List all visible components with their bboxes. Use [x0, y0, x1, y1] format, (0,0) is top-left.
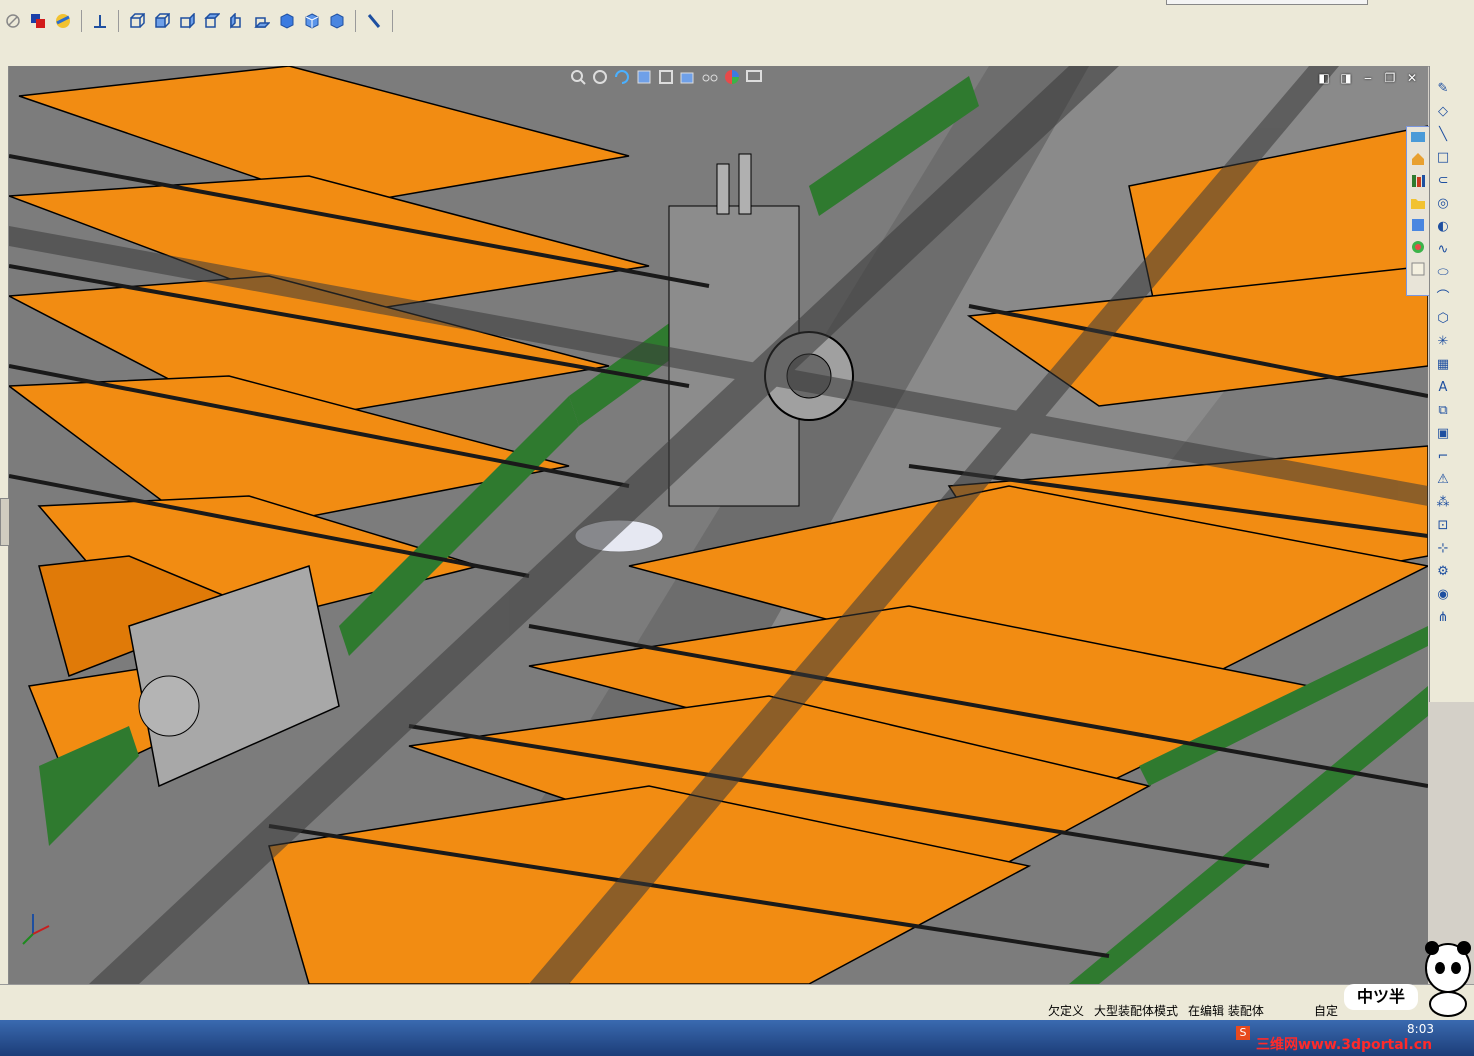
- status-mode: 大型装配体模式: [1094, 1004, 1179, 1018]
- spline-icon[interactable]: ∿: [1434, 240, 1452, 258]
- circle-icon[interactable]: ◎: [1434, 194, 1452, 212]
- color-squares-icon[interactable]: [27, 10, 49, 32]
- panda-label: 中ツ半: [1344, 984, 1418, 1010]
- view-cube-icon[interactable]: [326, 10, 348, 32]
- rectangle-icon[interactable]: □: [1434, 148, 1452, 166]
- measure-icon[interactable]: [363, 10, 385, 32]
- close-circle-icon[interactable]: [2, 10, 24, 32]
- os-taskbar: S 8:03: [0, 1020, 1474, 1056]
- custom-properties-icon[interactable]: [1410, 261, 1426, 277]
- tile-right-icon[interactable]: ◨: [1338, 70, 1354, 86]
- hide-icon[interactable]: [679, 68, 697, 86]
- home-icon[interactable]: [1410, 151, 1426, 167]
- trim-icon[interactable]: ⌐: [1434, 447, 1452, 465]
- polygon-icon[interactable]: ⬡: [1434, 309, 1452, 327]
- tile-left-icon[interactable]: ◧: [1316, 70, 1332, 86]
- folder-icon[interactable]: [1410, 195, 1426, 211]
- graphics-viewport[interactable]: ◧ ◨ ‒ ❐ ✕: [9, 66, 1428, 984]
- glasses-icon[interactable]: [701, 68, 719, 86]
- site-watermark: 三维网www.3dportal.cn: [1256, 1037, 1433, 1053]
- pan-icon[interactable]: [591, 68, 609, 86]
- sketch-toolbar: ✎ ◇ ╲ □ ⊂ ◎ ◐ ∿ ⬭ ⌒ ⬡ ✳ ▦ A ⧉ ▣ ⌐ ⚠ ⁂ ⊡ ⊹ ⚙ ◉ ⋔: [1429, 66, 1474, 702]
- view-front-icon[interactable]: [151, 10, 173, 32]
- line-icon[interactable]: ╲: [1434, 125, 1452, 143]
- arc-icon[interactable]: ◐: [1434, 217, 1452, 235]
- library-icon[interactable]: [1410, 173, 1426, 189]
- app-tray-icon[interactable]: S: [1236, 1026, 1250, 1040]
- status-under-defined: 欠定义: [1048, 1004, 1085, 1018]
- offset-icon[interactable]: ▣: [1434, 424, 1452, 442]
- assembly-model-render: [9, 66, 1428, 984]
- toolbar-separator: [81, 10, 82, 32]
- view-bottom-icon[interactable]: [251, 10, 273, 32]
- display-icon[interactable]: [657, 68, 675, 86]
- appearance-icon[interactable]: [1410, 239, 1426, 255]
- sketch-icon[interactable]: ✎: [1434, 79, 1452, 97]
- toolbar-separator: [355, 10, 356, 32]
- fillet-icon[interactable]: ⌒: [1434, 286, 1452, 305]
- viewport-window-controls: ◧ ◨ ‒ ❐ ✕: [1316, 70, 1420, 86]
- relation-icon[interactable]: ⊡: [1434, 516, 1452, 534]
- dimension-icon[interactable]: ⊹: [1434, 539, 1452, 557]
- heads-up-view-toolbar: [569, 68, 763, 90]
- axis-icon[interactable]: [89, 10, 111, 32]
- grid-icon[interactable]: ▦: [1434, 355, 1452, 373]
- toolbar-row: [0, 6, 397, 36]
- text-icon[interactable]: A: [1434, 378, 1452, 396]
- view-top-icon[interactable]: [201, 10, 223, 32]
- minimize-icon[interactable]: ‒: [1360, 70, 1376, 86]
- render-sphere-icon[interactable]: [52, 10, 74, 32]
- ellipse-icon[interactable]: ⬭: [1434, 263, 1452, 281]
- mirror-icon[interactable]: ⧉: [1434, 401, 1452, 419]
- edit-icon[interactable]: ◇: [1434, 102, 1452, 120]
- view-iso-icon[interactable]: [126, 10, 148, 32]
- view-cube-icon[interactable]: [301, 10, 323, 32]
- view-back-icon[interactable]: [276, 10, 298, 32]
- view-left-icon[interactable]: [226, 10, 248, 32]
- rotate-icon[interactable]: [613, 68, 631, 86]
- section-icon[interactable]: [635, 68, 653, 86]
- top-panel-edge: [1166, 0, 1368, 5]
- status-bar: 欠定义 大型装配体模式 在编辑 装配体 自定: [0, 984, 1474, 1021]
- status-editing: 在编辑 装配体: [1188, 1004, 1264, 1018]
- view-palette-icon[interactable]: [1410, 217, 1426, 233]
- resources-icon[interactable]: [1410, 129, 1426, 145]
- close-icon[interactable]: ✕: [1404, 70, 1420, 86]
- point-icon[interactable]: ✳: [1434, 332, 1452, 350]
- restore-icon[interactable]: ❐: [1382, 70, 1398, 86]
- toolbar-separator: [118, 10, 119, 32]
- quick-snap-icon[interactable]: ◉: [1434, 585, 1452, 603]
- repair-icon[interactable]: ⚙: [1434, 562, 1452, 580]
- slot-icon[interactable]: ⊂: [1434, 171, 1452, 189]
- color-wheel-icon[interactable]: [723, 68, 741, 86]
- status-custom[interactable]: 自定: [1314, 1002, 1338, 1019]
- view-right-icon[interactable]: [176, 10, 198, 32]
- sketch-toolbar-items: ✎ ◇ ╲ □ ⊂ ◎ ◐ ∿ ⬭ ⌒ ⬡ ✳ ▦ A ⧉ ▣ ⌐ ⚠ ⁂ ⊡ ⊹ ⚙ ◉ ⋔: [1434, 74, 1472, 631]
- magnet-icon[interactable]: ⋔: [1434, 608, 1452, 626]
- pattern-icon[interactable]: ⁂: [1434, 493, 1452, 511]
- toolbar-separator: [392, 10, 393, 32]
- zoom-icon[interactable]: [569, 68, 587, 86]
- top-toolbar: [0, 0, 1474, 67]
- panda-mascot-icon: [1425, 941, 1471, 1017]
- screen-icon[interactable]: [745, 68, 763, 86]
- warning-icon[interactable]: ⚠: [1434, 470, 1452, 488]
- task-pane-tabs: [1406, 126, 1430, 296]
